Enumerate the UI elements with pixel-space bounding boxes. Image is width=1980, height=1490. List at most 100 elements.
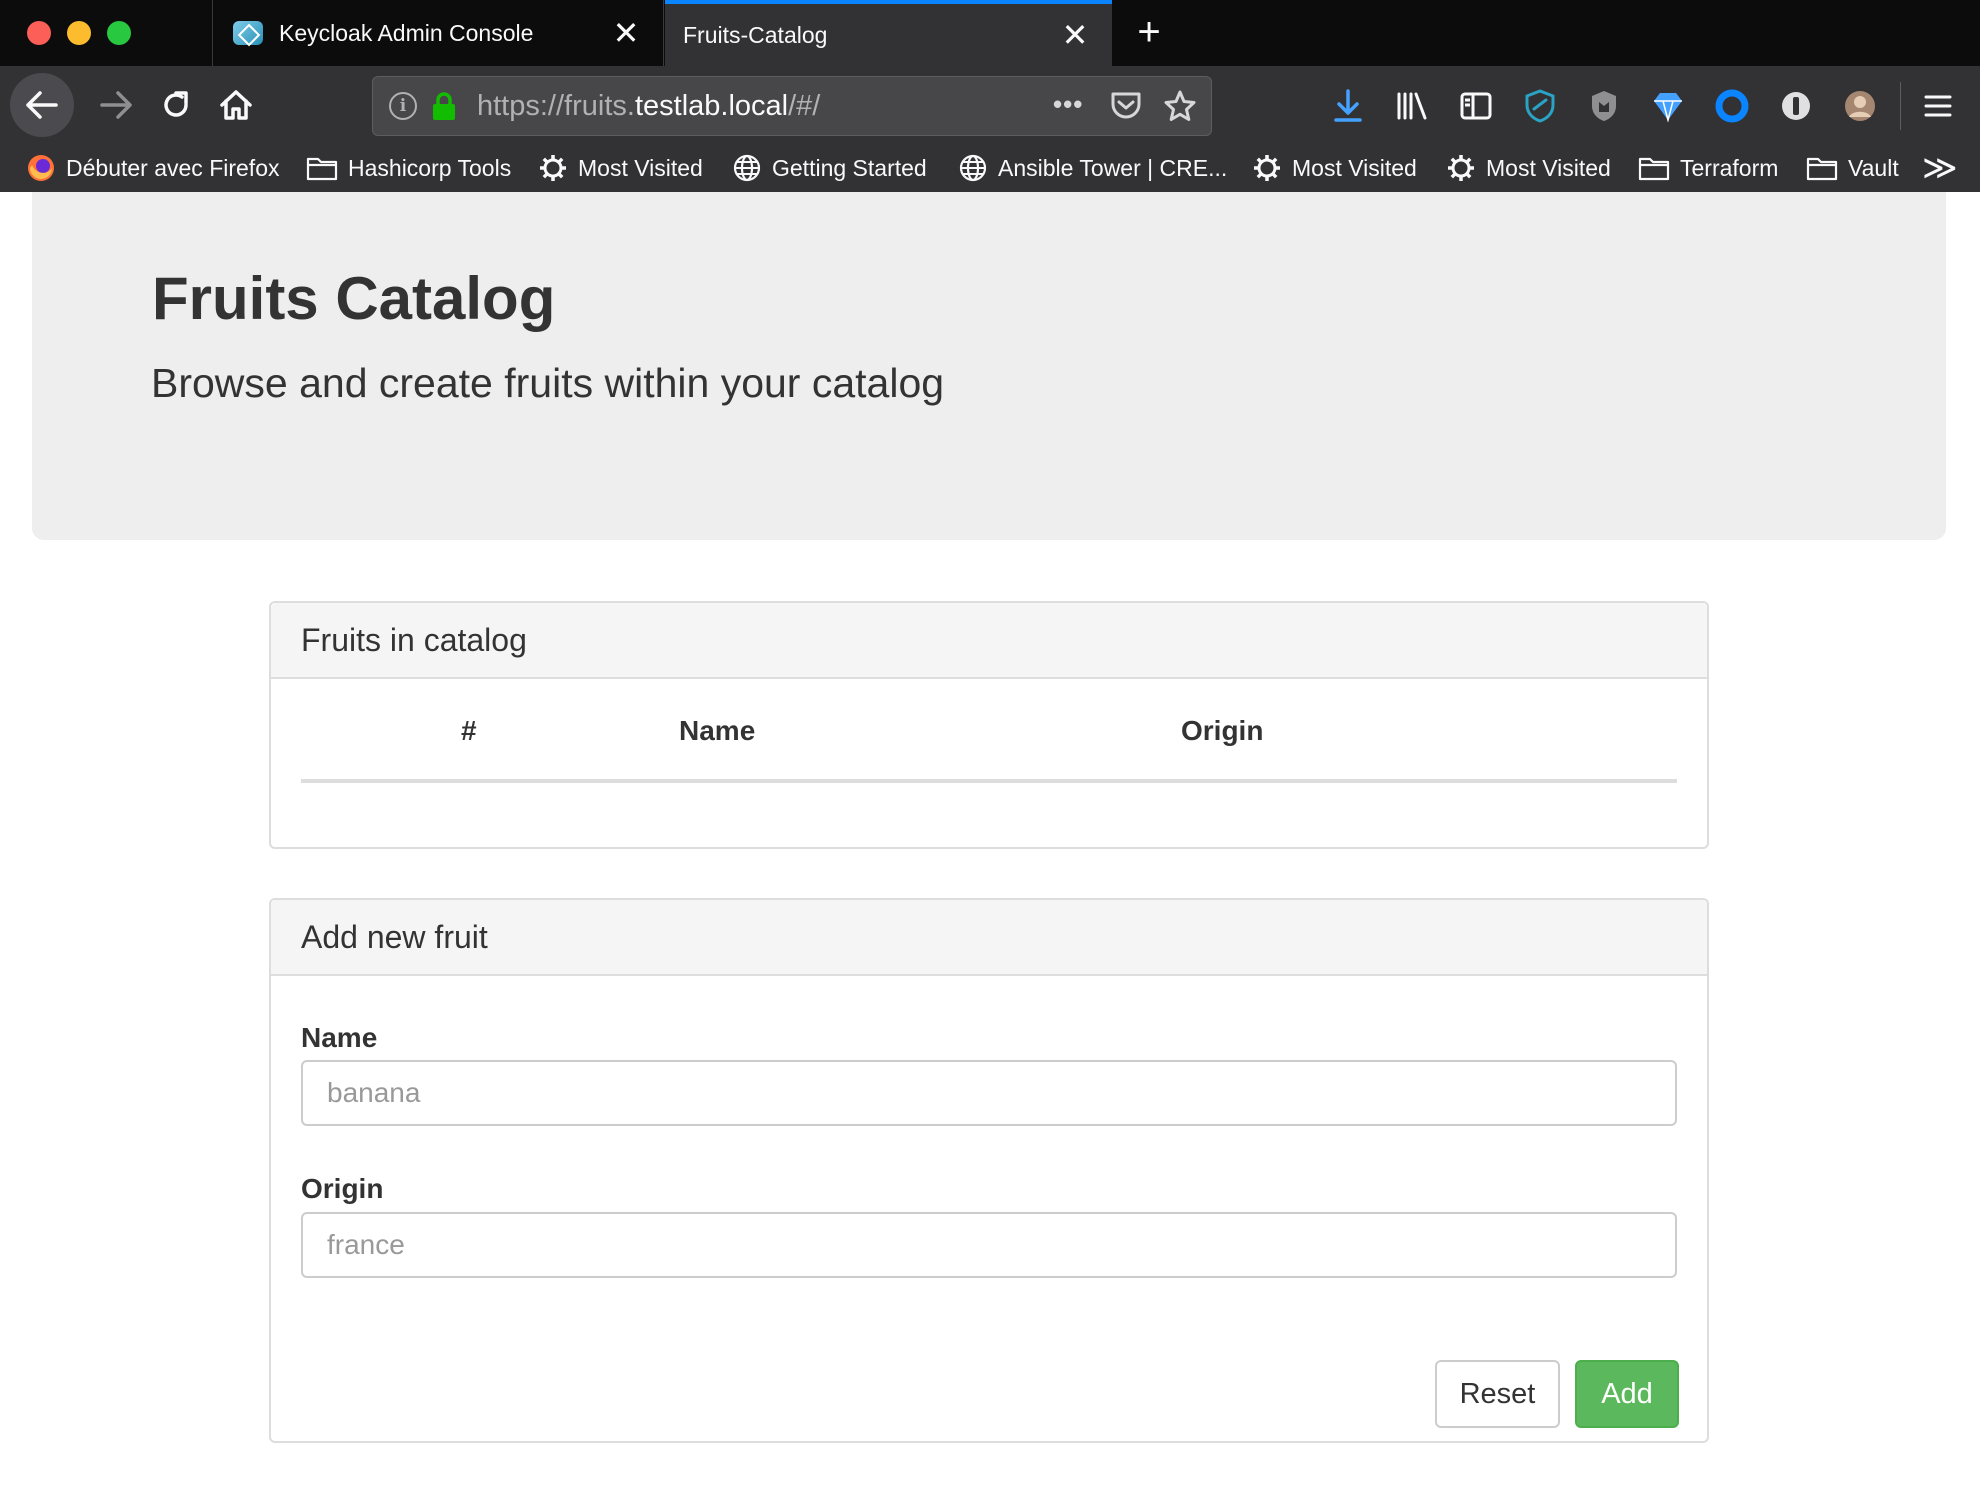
- new-tab-button[interactable]: +: [1126, 8, 1172, 56]
- bookmark-label: Hashicorp Tools: [348, 154, 512, 181]
- password-manager-icon[interactable]: [1776, 86, 1816, 126]
- pocket-icon[interactable]: [1109, 90, 1143, 122]
- origin-input[interactable]: [301, 1212, 1677, 1278]
- bookmark-hashicorp-tools[interactable]: Hashicorp Tools: [306, 152, 511, 184]
- url-host: testlab.local: [634, 90, 789, 122]
- reset-button[interactable]: Reset: [1435, 1360, 1560, 1428]
- firefox-icon: [26, 153, 56, 183]
- tab-bar: Keycloak Admin Console ✕ Fruits-Catalog …: [0, 0, 1980, 66]
- avatar-icon: [1845, 91, 1875, 121]
- folder-icon: [1806, 155, 1838, 181]
- column-header-number: #: [461, 715, 477, 746]
- navigation-toolbar: i https://fruits.testlab.local/#/ •••: [0, 66, 1980, 146]
- sidebar-icon[interactable]: [1456, 86, 1496, 126]
- page-content: Fruits Catalog Browse and create fruits …: [0, 192, 1980, 1490]
- menu-button[interactable]: [1918, 86, 1958, 126]
- circle-extension-icon[interactable]: [1712, 86, 1752, 126]
- diamond-icon: [1654, 93, 1682, 122]
- jumbotron-header: Fruits Catalog Browse and create fruits …: [32, 192, 1946, 540]
- browser-chrome: Keycloak Admin Console ✕ Fruits-Catalog …: [0, 0, 1980, 192]
- add-fruit-panel: Add new fruit Name Origin Reset Add: [269, 898, 1709, 1443]
- close-window-button[interactable]: [27, 21, 51, 45]
- shield-extension-icon[interactable]: [1520, 86, 1560, 126]
- bookmarks-toolbar: Débuter avec Firefox Hashicorp Tools Mos…: [0, 146, 1980, 192]
- bookmark-label: Getting Started: [772, 154, 927, 181]
- folder-icon: [1638, 155, 1670, 181]
- url-bar[interactable]: i https://fruits.testlab.local/#/ •••: [372, 76, 1212, 136]
- ghost-shield-icon: [1592, 91, 1616, 121]
- add-fruit-panel-heading: Add new fruit: [271, 900, 1707, 976]
- arrow-left-icon: [26, 91, 58, 119]
- bookmark-label: Most Visited: [578, 154, 703, 181]
- library-icon[interactable]: [1392, 86, 1432, 126]
- page-title: Fruits Catalog: [152, 265, 556, 332]
- forward-button[interactable]: [88, 77, 144, 133]
- bookmark-ansible-tower[interactable]: Ansible Tower | CRE...: [958, 152, 1227, 184]
- gear-icon: [538, 153, 568, 183]
- url-host-prefix: fruits.: [564, 90, 635, 122]
- back-button[interactable]: [10, 73, 74, 137]
- downloads-icon[interactable]: [1328, 86, 1368, 126]
- bookmark-label: Débuter avec Firefox: [66, 154, 280, 181]
- bookmark-terraform[interactable]: Terraform: [1638, 152, 1778, 184]
- page-actions-icon[interactable]: •••: [1053, 89, 1083, 120]
- gear-icon: [1446, 153, 1476, 183]
- tab-keycloak-admin-console[interactable]: Keycloak Admin Console ✕: [212, 0, 664, 66]
- library-books-icon: [1397, 92, 1427, 120]
- gem-extension-icon[interactable]: [1648, 86, 1688, 126]
- bookmark-vault[interactable]: Vault: [1806, 152, 1899, 184]
- folder-icon: [306, 155, 338, 181]
- site-info-icon[interactable]: i: [389, 92, 417, 120]
- catalog-table-header: # Name Origin: [301, 679, 1677, 783]
- url-text[interactable]: https://fruits.testlab.local/#/: [477, 89, 820, 123]
- bookmark-debuter-avec-firefox[interactable]: Débuter avec Firefox: [26, 152, 279, 184]
- catalog-panel-heading: Fruits in catalog: [271, 603, 1707, 679]
- tab-fruits-catalog[interactable]: Fruits-Catalog ✕: [665, 0, 1112, 66]
- url-scheme: https://: [477, 90, 565, 122]
- bookmark-most-visited[interactable]: Most Visited: [538, 152, 703, 184]
- add-button[interactable]: Add: [1575, 1360, 1679, 1428]
- reload-button[interactable]: [148, 77, 204, 133]
- bookmark-label: Vault: [1848, 154, 1899, 181]
- keycloak-icon: [233, 21, 263, 45]
- catalog-panel: Fruits in catalog # Name Origin: [269, 601, 1709, 849]
- name-input[interactable]: [301, 1060, 1677, 1126]
- sidebar-panel-icon: [1460, 92, 1492, 120]
- toolbar-divider: [1900, 82, 1901, 130]
- close-tab-icon[interactable]: ✕: [1060, 19, 1090, 51]
- account-avatar[interactable]: [1840, 86, 1880, 126]
- bookmark-most-visited-2[interactable]: Most Visited: [1252, 152, 1417, 184]
- tab-title: Keycloak Admin Console: [279, 19, 534, 46]
- ghostery-extension-icon[interactable]: [1584, 86, 1624, 126]
- minimize-window-button[interactable]: [67, 21, 91, 45]
- hamburger-menu-icon: [1924, 95, 1952, 117]
- globe-icon: [958, 153, 988, 183]
- page-subtitle: Browse and create fruits within your cat…: [151, 360, 945, 406]
- bookmark-star-icon[interactable]: [1163, 89, 1197, 123]
- home-icon: [220, 90, 252, 120]
- tab-title: Fruits-Catalog: [683, 21, 828, 48]
- column-header-name: Name: [679, 715, 756, 746]
- column-header-origin: Origin: [1181, 715, 1264, 746]
- lock-icon[interactable]: [431, 91, 457, 121]
- arrow-right-icon: [100, 91, 132, 119]
- download-arrow-icon: [1334, 89, 1362, 122]
- reload-icon: [164, 91, 188, 117]
- bookmark-label: Terraform: [1680, 154, 1779, 181]
- origin-label: Origin: [301, 1173, 384, 1204]
- home-button[interactable]: [208, 77, 264, 133]
- bookmark-label: Ansible Tower | CRE...: [998, 154, 1228, 181]
- key-circle-icon: [1782, 92, 1810, 120]
- bookmark-label: Most Visited: [1486, 154, 1611, 181]
- url-path: /#/: [788, 90, 821, 122]
- ring-icon: [1715, 89, 1749, 123]
- maximize-window-button[interactable]: [107, 21, 131, 45]
- shield-icon: [1525, 89, 1555, 123]
- gear-icon: [1252, 153, 1282, 183]
- bookmark-getting-started[interactable]: Getting Started: [732, 152, 927, 184]
- bookmark-most-visited-3[interactable]: Most Visited: [1446, 152, 1611, 184]
- bookmark-label: Most Visited: [1292, 154, 1417, 181]
- close-tab-icon[interactable]: ✕: [611, 17, 641, 49]
- globe-icon: [732, 153, 762, 183]
- bookmarks-overflow-icon[interactable]: ≫: [1922, 149, 1958, 187]
